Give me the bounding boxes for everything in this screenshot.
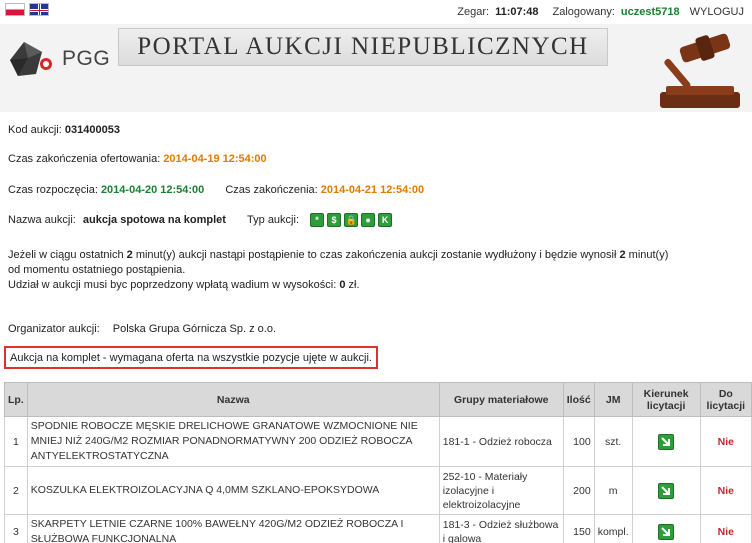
col-kierunek: Kierunek licytacji: [631, 382, 701, 417]
extension-rule-line2: od momentu ostatniego postąpienia.: [8, 264, 186, 276]
deposit-value: 0: [339, 279, 346, 291]
row-nazwa: SPODNIE ROBOCZE MĘSKIE DRELICHOWE GRANAT…: [26, 416, 440, 467]
auction-type-label: Typ aukcji:: [247, 213, 299, 226]
auction-name-value: aukcja spotowa na komplet: [82, 213, 226, 226]
table-row: 2 KOSZULKA ELEKTROIZOLACYJNA Q 4,0MM SZK…: [4, 466, 752, 515]
auction-code-value: 031400053: [64, 124, 120, 136]
auction-name-row: Nazwa aukcji: aukcja spotowa na komplet …: [8, 213, 393, 227]
username: uczest5718: [620, 6, 680, 18]
page-header: Zegar: 11:07:48 Zalogowany: uczest5718 W…: [0, 0, 752, 112]
type-special-icon: *: [310, 213, 325, 227]
row-ilosc: 200: [562, 466, 595, 515]
row-nazwa: KOSZULKA ELEKTROIZOLACYJNA Q 4,0MM SZKLA…: [26, 466, 440, 515]
col-grupa: Grupy materiałowe: [438, 382, 564, 417]
logged-in-label: Zalogowany:: [552, 6, 615, 18]
col-do: Do licytacji: [699, 382, 752, 417]
extension-minutes-2: 2: [619, 249, 626, 261]
col-jm: JM: [593, 382, 633, 417]
row-ilosc: 100: [562, 416, 595, 467]
row-kierunek: [631, 416, 701, 467]
row-grupa: 252-10 - Materiały izolacyjne i elektroi…: [438, 466, 564, 515]
row-lp: 2: [4, 466, 28, 515]
row-jm: szt.: [593, 416, 633, 467]
bid-direction-arrow-icon[interactable]: [658, 433, 675, 450]
row-ilosc: 150: [562, 514, 595, 543]
organizer-row: Organizator aukcji: Polska Grupa Górnicz…: [8, 323, 276, 335]
auction-name-label: Nazwa aukcji:: [8, 213, 76, 226]
portal-title-box: PORTAL AUKCJI NIEPUBLICZNYCH: [118, 28, 608, 66]
bid-direction-arrow-icon[interactable]: [658, 482, 675, 499]
end-label: Czas zakończenia:: [225, 184, 318, 196]
extension-text-3: minut(y): [628, 249, 669, 261]
row-kierunek: [631, 514, 701, 543]
row-jm: kompl.: [593, 514, 633, 543]
auction-times-row: Czas rozpoczęcia: 2014-04-20 12:54:00 Cz…: [8, 184, 424, 196]
top-status-bar: Zegar: 11:07:48 Zalogowany: uczest5718 W…: [457, 6, 744, 18]
extension-rule-line1: Jeżeli w ciągu ostatnich 2 minut(y) aukc…: [8, 248, 748, 263]
gavel-icon: [660, 33, 740, 108]
type-clock-icon: ●: [361, 213, 376, 227]
row-grupa: 181-3 - Odzież służbowa i galowa: [438, 514, 564, 543]
offer-end-row: Czas zakończenia ofertowania: 2014-04-19…: [8, 153, 267, 165]
auction-items-table: Lp. Nazwa Grupy materiałowe Ilość JM Kie…: [4, 382, 752, 543]
organizer-label: Organizator aukcji:: [8, 323, 100, 335]
auction-code-row: Kod aukcji: 031400053: [8, 124, 120, 136]
row-do-licytacji: Nie: [699, 514, 752, 543]
row-grupa: 181-1 - Odzież robocza: [438, 416, 564, 467]
extension-text-2: minut(y) aukcji nastąpi postąpienie to c…: [135, 249, 617, 261]
extension-rules: Jeżeli w ciągu ostatnich 2 minut(y) aukc…: [8, 248, 748, 293]
deposit-rule: Udział w aukcji musi byc poprzedzony wpł…: [8, 278, 748, 293]
logo-text: PGG: [62, 47, 111, 70]
polish-flag-icon[interactable]: [5, 3, 25, 16]
table-row: 3 SKARPETY LETNIE CZARNE 100% BAWEŁNY 42…: [4, 514, 752, 543]
deposit-text: Udział w aukcji musi byc poprzedzony wpł…: [8, 279, 337, 291]
extension-text-1: Jeżeli w ciągu ostatnich: [8, 249, 124, 261]
start-label: Czas rozpoczęcia:: [8, 184, 98, 196]
extension-minutes-1: 2: [126, 249, 133, 261]
pgg-logo-icon: [10, 42, 52, 76]
end-value: 2014-04-21 12:54:00: [320, 184, 425, 196]
row-lp: 3: [4, 514, 28, 543]
auction-code-label: Kod aukcji:: [8, 124, 62, 136]
type-k-icon: K: [378, 213, 393, 227]
offer-end-label: Czas zakończenia ofertowania:: [8, 153, 161, 165]
col-lp: Lp.: [4, 382, 28, 417]
table-header-row: Lp. Nazwa Grupy materiałowe Ilość JM Kie…: [4, 382, 752, 417]
row-kierunek: [631, 466, 701, 515]
row-jm: m: [593, 466, 633, 515]
logout-link[interactable]: WYLOGUJ: [690, 6, 744, 18]
row-do-licytacji: Nie: [699, 416, 752, 467]
auction-notice: Aukcja na komplet - wymagana oferta na w…: [4, 346, 378, 369]
type-dollar-icon: $: [327, 213, 342, 227]
row-nazwa: SKARPETY LETNIE CZARNE 100% BAWEŁNY 420G…: [26, 514, 440, 543]
type-lock-icon: 🔒: [344, 213, 359, 227]
deposit-unit: zł.: [348, 279, 360, 291]
clock-label: Zegar:: [457, 6, 490, 18]
organizer-value: Polska Grupa Górnicza Sp. z o.o.: [112, 323, 277, 335]
language-flags: [5, 3, 49, 16]
row-do-licytacji: Nie: [699, 466, 752, 515]
bid-direction-arrow-icon[interactable]: [658, 524, 675, 540]
clock-value: 11:07:48: [495, 6, 539, 18]
portal-title: PORTAL AUKCJI NIEPUBLICZNYCH: [137, 33, 589, 60]
start-value: 2014-04-20 12:54:00: [100, 184, 205, 196]
col-nazwa: Nazwa: [26, 382, 440, 417]
col-ilosc: Ilość: [562, 382, 595, 417]
row-lp: 1: [4, 416, 28, 467]
auction-type-icons: * $ 🔒 ● K: [310, 213, 393, 227]
english-flag-icon[interactable]: [29, 3, 49, 16]
portal-banner: PGG PORTAL AUKCJI NIEPUBLICZNYCH: [0, 24, 752, 112]
table-row: 1 SPODNIE ROBOCZE MĘSKIE DRELICHOWE GRAN…: [4, 416, 752, 467]
offer-end-value: 2014-04-19 12:54:00: [163, 153, 267, 165]
pgg-logo: PGG: [6, 38, 110, 80]
